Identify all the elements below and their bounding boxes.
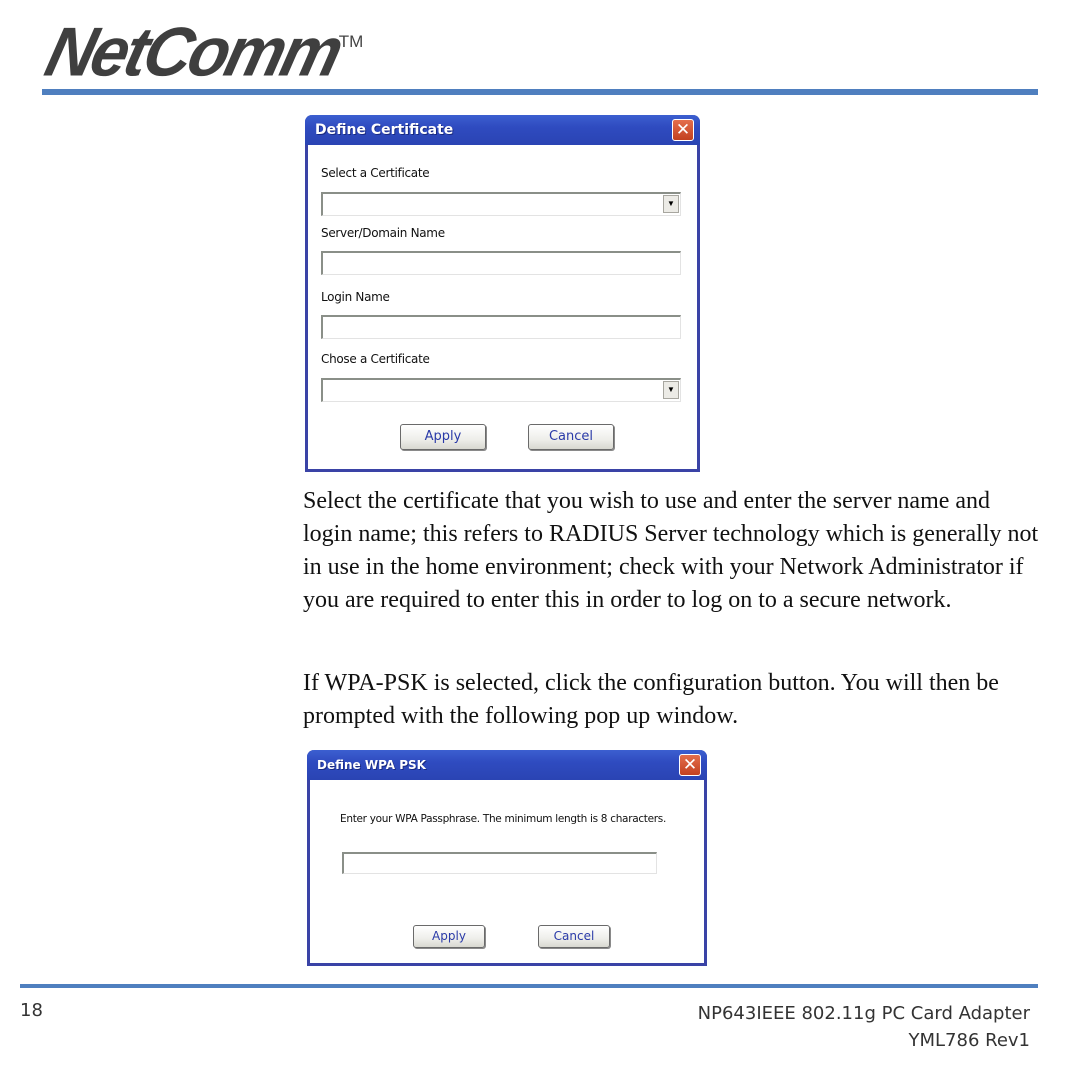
cancel-button[interactable]: Cancel: [538, 925, 610, 948]
chose-certificate-dropdown[interactable]: ▼: [321, 378, 681, 402]
dialog-title: Define WPA PSK: [317, 758, 426, 772]
document-revision: YML786 Rev1: [908, 1030, 1030, 1051]
define-certificate-dialog: Define Certificate ✕ Select a Certificat…: [305, 115, 700, 472]
certificate-instructions: Select the certificate that you wish to …: [303, 488, 1039, 613]
select-certificate-label: Select a Certificate: [321, 166, 430, 180]
select-certificate-dropdown[interactable]: ▼: [321, 192, 681, 216]
product-name: NP643IEEE 802.11g PC Card Adapter: [697, 1003, 1030, 1024]
close-icon[interactable]: ✕: [679, 754, 701, 776]
server-domain-input[interactable]: [321, 251, 681, 275]
close-icon[interactable]: ✕: [672, 119, 694, 141]
cancel-button[interactable]: Cancel: [528, 424, 614, 450]
dialog-titlebar[interactable]: Define WPA PSK ✕: [307, 750, 707, 780]
header-rule: [42, 89, 1038, 95]
passphrase-input[interactable]: [342, 852, 657, 874]
page-number: 18: [20, 1000, 43, 1021]
chevron-down-icon[interactable]: ▼: [663, 381, 679, 399]
login-name-input[interactable]: [321, 315, 681, 339]
passphrase-prompt: Enter your WPA Passphrase. The minimum l…: [340, 813, 667, 825]
product-info: NP643IEEE 802.11g PC Card Adapter YML786…: [698, 1000, 1030, 1054]
login-name-label: Login Name: [321, 290, 390, 304]
define-wpa-psk-dialog: Define WPA PSK ✕ Enter your WPA Passphra…: [307, 750, 707, 966]
dialog-title: Define Certificate: [315, 122, 454, 138]
wpa-psk-instructions: If WPA-PSK is selected, click the config…: [303, 670, 999, 729]
logo-text: NetComm: [38, 12, 349, 91]
dialog-titlebar[interactable]: Define Certificate ✕: [305, 115, 700, 145]
netcomm-logo: NetComm TM: [38, 12, 363, 91]
apply-button[interactable]: Apply: [413, 925, 485, 948]
chose-certificate-label: Chose a Certificate: [321, 352, 430, 366]
server-domain-label: Server/Domain Name: [321, 226, 445, 240]
footer-rule: [20, 984, 1038, 988]
chevron-down-icon[interactable]: ▼: [663, 195, 679, 213]
apply-button[interactable]: Apply: [400, 424, 486, 450]
